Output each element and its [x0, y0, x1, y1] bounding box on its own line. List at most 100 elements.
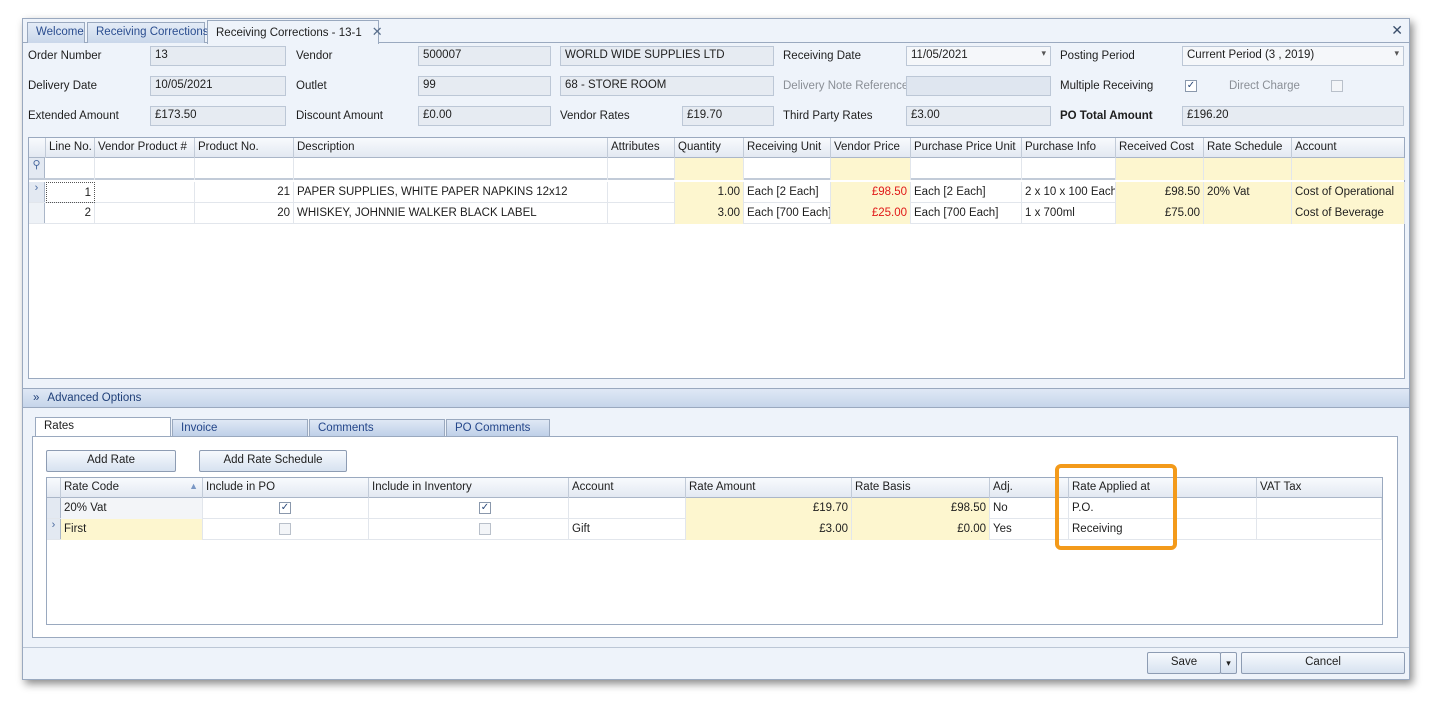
- col-attributes[interactable]: Attributes: [608, 138, 675, 158]
- description-cell[interactable]: PAPER SUPPLIES, WHITE PAPER NAPKINS 12x1…: [294, 182, 608, 203]
- cancel-button[interactable]: Cancel: [1241, 652, 1405, 674]
- order-number-field[interactable]: 13: [150, 46, 286, 66]
- vendor-code-field[interactable]: 500007: [418, 46, 551, 66]
- col-rate-code[interactable]: Rate Code ▲: [61, 478, 203, 498]
- purchase-price-unit-cell[interactable]: Each [700 Each]: [911, 203, 1022, 224]
- rate-amount-cell[interactable]: £3.00: [686, 519, 852, 540]
- product-no-cell[interactable]: 20: [195, 203, 294, 224]
- chevrons-up-icon[interactable]: »: [33, 392, 39, 404]
- tab-invoice[interactable]: Invoice: [172, 419, 308, 437]
- col-description[interactable]: Description: [294, 138, 608, 158]
- tab-receiving-corrections[interactable]: Receiving Corrections: [87, 22, 209, 43]
- filter-cell[interactable]: [831, 158, 911, 180]
- quantity-cell[interactable]: 3.00: [675, 203, 744, 224]
- filter-cell[interactable]: [911, 158, 1022, 180]
- col-receiving-unit[interactable]: Receiving Unit: [744, 138, 831, 158]
- posting-period-select[interactable]: Current Period (3 , 2019) ▾: [1182, 46, 1404, 66]
- purchase-info-cell[interactable]: 1 x 700ml: [1022, 203, 1116, 224]
- table-row[interactable]: 2 20 WHISKEY, JOHNNIE WALKER BLACK LABEL…: [29, 203, 1405, 224]
- include-in-po-checkbox[interactable]: [279, 523, 291, 535]
- col-rate-amount[interactable]: Rate Amount: [686, 478, 852, 498]
- row-selector[interactable]: [47, 498, 61, 518]
- line-no-cell[interactable]: 1: [46, 182, 95, 203]
- filter-cell[interactable]: [1022, 158, 1116, 180]
- rate-amount-cell[interactable]: £19.70: [686, 498, 852, 519]
- save-dropdown-chevron-down-icon[interactable]: ▾: [1220, 652, 1237, 674]
- filter-cell[interactable]: [95, 158, 195, 180]
- rate-schedule-cell[interactable]: 20% Vat: [1204, 182, 1292, 203]
- col-rate-basis[interactable]: Rate Basis: [852, 478, 990, 498]
- filter-cell[interactable]: [294, 158, 608, 180]
- vat-tax-cell[interactable]: [1257, 498, 1382, 519]
- line-no-cell[interactable]: 2: [46, 203, 95, 224]
- chevron-down-icon[interactable]: ▾: [1394, 48, 1399, 59]
- col-include-in-po[interactable]: Include in PO: [203, 478, 369, 498]
- include-in-inventory-checkbox[interactable]: ✓: [479, 502, 491, 514]
- filter-cell[interactable]: [1292, 158, 1405, 180]
- delivery-note-field[interactable]: [906, 76, 1051, 96]
- po-total-field[interactable]: £196.20: [1182, 106, 1404, 126]
- col-purchase-info[interactable]: Purchase Info: [1022, 138, 1116, 158]
- vendor-name-field[interactable]: WORLD WIDE SUPPLIES LTD: [560, 46, 774, 66]
- filter-cell[interactable]: [744, 158, 831, 180]
- account-cell[interactable]: Cost of Operational: [1292, 182, 1405, 203]
- add-rate-button[interactable]: Add Rate: [46, 450, 176, 472]
- filter-cell[interactable]: [1204, 158, 1292, 180]
- product-no-cell[interactable]: 21: [195, 182, 294, 203]
- rate-code-cell[interactable]: First: [61, 519, 203, 540]
- col-purchase-price-unit[interactable]: Purchase Price Unit: [911, 138, 1022, 158]
- tab-welcome[interactable]: Welcome: [27, 22, 85, 43]
- account-cell[interactable]: Gift: [569, 519, 686, 540]
- outlet-code-field[interactable]: 99: [418, 76, 551, 96]
- tab-comments[interactable]: Comments: [309, 419, 445, 437]
- tab-rates[interactable]: Rates: [35, 417, 171, 437]
- purchase-price-unit-cell[interactable]: Each [2 Each]: [911, 182, 1022, 203]
- advanced-options-header[interactable]: » Advanced Options: [23, 388, 1409, 408]
- include-in-po-cell[interactable]: ✓: [203, 498, 369, 519]
- col-account[interactable]: Account: [569, 478, 686, 498]
- receiving-unit-cell[interactable]: Each [700 Each]: [744, 203, 831, 224]
- delivery-date-field[interactable]: 10/05/2021: [150, 76, 286, 96]
- vendor-rates-field[interactable]: £19.70: [682, 106, 774, 126]
- attributes-cell[interactable]: [608, 182, 675, 203]
- receiving-date-picker[interactable]: 11/05/2021 ▾: [906, 46, 1051, 66]
- include-in-po-checkbox[interactable]: ✓: [279, 502, 291, 514]
- extended-amount-field[interactable]: £173.50: [150, 106, 286, 126]
- col-include-in-inventory[interactable]: Include in Inventory: [369, 478, 569, 498]
- col-line-no[interactable]: Line No.: [46, 138, 95, 158]
- quantity-cell[interactable]: 1.00: [675, 182, 744, 203]
- rate-basis-cell[interactable]: £98.50: [852, 498, 990, 519]
- col-account[interactable]: Account: [1292, 138, 1405, 158]
- filter-cell[interactable]: [1116, 158, 1204, 180]
- account-cell[interactable]: Cost of Beverage: [1292, 203, 1405, 224]
- table-row[interactable]: 20% Vat ✓ ✓ £19.70 £98.50 No P.O.: [47, 498, 1382, 519]
- chevron-down-icon[interactable]: ▾: [1041, 48, 1046, 59]
- include-in-inventory-cell[interactable]: [369, 519, 569, 540]
- include-in-inventory-cell[interactable]: ✓: [369, 498, 569, 519]
- outlet-name-field[interactable]: 68 - STORE ROOM: [560, 76, 774, 96]
- table-row[interactable]: › 1 21 PAPER SUPPLIES, WHITE PAPER NAPKI…: [29, 182, 1405, 203]
- discount-amount-field[interactable]: £0.00: [418, 106, 551, 126]
- save-button[interactable]: Save: [1147, 652, 1221, 674]
- filter-cell[interactable]: [675, 158, 744, 180]
- rate-schedule-cell[interactable]: [1204, 203, 1292, 224]
- col-product-no[interactable]: Product No.: [195, 138, 294, 158]
- tab-po-comments[interactable]: PO Comments: [446, 419, 550, 437]
- vat-tax-cell[interactable]: [1257, 519, 1382, 540]
- col-vendor-product[interactable]: Vendor Product #: [95, 138, 195, 158]
- filter-cell[interactable]: [46, 158, 95, 180]
- attributes-cell[interactable]: [608, 203, 675, 224]
- col-quantity[interactable]: Quantity: [675, 138, 744, 158]
- row-selector[interactable]: [29, 203, 45, 223]
- filter-cell[interactable]: [608, 158, 675, 180]
- add-rate-schedule-button[interactable]: Add Rate Schedule: [199, 450, 347, 472]
- col-vendor-price[interactable]: Vendor Price: [831, 138, 911, 158]
- filter-cell[interactable]: [195, 158, 294, 180]
- rate-code-cell[interactable]: 20% Vat: [61, 498, 203, 519]
- purchase-info-cell[interactable]: 2 x 10 x 100 Each: [1022, 182, 1116, 203]
- direct-charge-checkbox[interactable]: [1331, 80, 1343, 92]
- close-icon[interactable]: ✕: [372, 24, 383, 39]
- filter-icon[interactable]: ⚲: [29, 158, 45, 178]
- rate-basis-cell[interactable]: £0.00: [852, 519, 990, 540]
- tab-receiving-corrections-13-1[interactable]: Receiving Corrections - 13-1 ✕: [207, 20, 383, 44]
